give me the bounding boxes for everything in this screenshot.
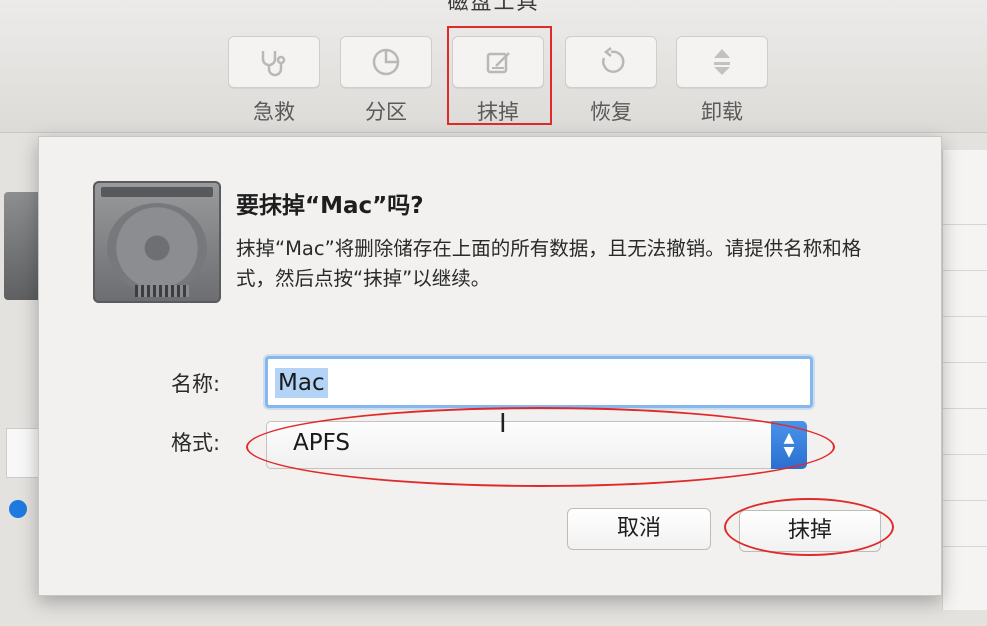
toolbar-label: 分区 [365,100,407,124]
pie-chart-icon [340,36,432,88]
name-input[interactable] [265,356,813,408]
toolbar-unmount-button[interactable]: 卸载 [676,36,768,126]
window-title: 磁盘工具 [447,0,540,14]
toolbar-restore-button[interactable]: 恢复 [565,36,657,126]
chevron-up-down-icon: ▲ ▼ [771,421,807,469]
toolbar: 磁盘工具 急救 分区 抹掉 恢复 卸载 [0,0,987,133]
format-select-value: APFS [293,430,351,456]
name-input-value: Mac [275,368,328,398]
toolbar-first-aid-button[interactable]: 急救 [228,36,320,126]
restore-icon [565,36,657,88]
annotation-box [447,26,552,125]
info-panel [942,150,987,610]
erase-dialog: 要抹掉“Mac”吗? 抹掉“Mac”将删除储存在上面的所有数据，且无法撤销。请提… [38,136,942,596]
name-label: 名称: [171,372,221,396]
toolbar-label: 急救 [253,100,295,124]
dialog-message: 抹掉“Mac”将删除储存在上面的所有数据，且无法撤销。请提供名称和格式，然后点按… [236,237,862,290]
toolbar-label: 恢复 [590,100,632,124]
toolbar-label: 卸载 [701,100,743,124]
format-select[interactable]: APFS ▲ ▼ [266,421,807,469]
format-label: 格式: [171,431,221,455]
text-cursor-icon: I [499,409,507,439]
cancel-button[interactable]: 取消 [567,508,711,550]
hard-disk-icon [93,181,221,303]
dialog-title: 要抹掉“Mac”吗? [236,193,424,219]
toolbar-partition-button[interactable]: 分区 [340,36,432,126]
erase-button[interactable]: 抹掉 [739,510,881,552]
stethoscope-icon [228,36,320,88]
usage-dot-icon [9,500,27,518]
unmount-icon [676,36,768,88]
